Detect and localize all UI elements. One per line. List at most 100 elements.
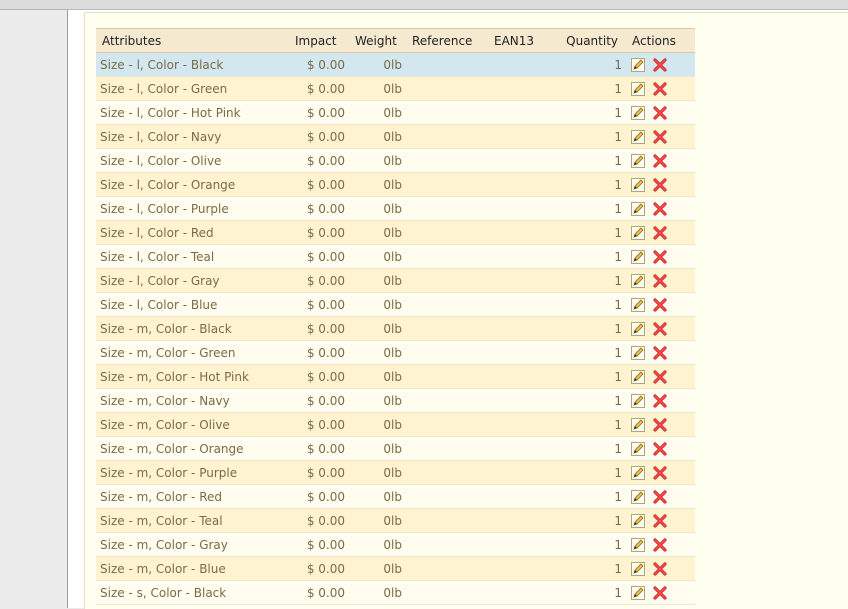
table-row[interactable]: Size - l, Color - Red $ 0.00 0lb 1 bbox=[96, 220, 695, 245]
pencil-icon[interactable] bbox=[630, 225, 646, 241]
table-row[interactable]: Size - m, Color - Green $ 0.00 0lb 1 bbox=[96, 340, 695, 365]
pencil-icon[interactable] bbox=[630, 441, 646, 457]
table-row[interactable]: Size - s, Color - Black $ 0.00 0lb 1 bbox=[96, 580, 695, 605]
cell-impact: $ 0.00 bbox=[289, 388, 349, 413]
cell-ean13 bbox=[488, 436, 557, 461]
pencil-icon[interactable] bbox=[630, 177, 646, 193]
cell-ean13 bbox=[488, 388, 557, 413]
cell-reference bbox=[406, 52, 488, 77]
table-row[interactable]: Size - m, Color - Navy $ 0.00 0lb 1 bbox=[96, 388, 695, 413]
pencil-icon[interactable] bbox=[630, 561, 646, 577]
table-row[interactable]: Size - m, Color - Orange $ 0.00 0lb 1 bbox=[96, 436, 695, 461]
delete-x-icon[interactable] bbox=[652, 537, 668, 553]
table-row[interactable]: Size - l, Color - Olive $ 0.00 0lb 1 bbox=[96, 148, 695, 173]
pencil-icon[interactable] bbox=[630, 297, 646, 313]
cell-quantity: 1 bbox=[557, 316, 626, 341]
cell-impact: $ 0.00 bbox=[289, 556, 349, 581]
cell-actions bbox=[626, 316, 695, 341]
delete-x-icon[interactable] bbox=[652, 561, 668, 577]
cell-reference bbox=[406, 388, 488, 413]
table-row[interactable]: Size - m, Color - Black $ 0.00 0lb 1 bbox=[96, 316, 695, 341]
table-row[interactable]: Size - l, Color - Hot Pink $ 0.00 0lb 1 bbox=[96, 100, 695, 125]
cell-actions bbox=[626, 364, 695, 389]
cell-actions bbox=[626, 220, 695, 245]
delete-x-icon[interactable] bbox=[652, 225, 668, 241]
cell-quantity: 1 bbox=[557, 388, 626, 413]
pencil-icon[interactable] bbox=[630, 105, 646, 121]
cell-attributes: Size - m, Color - Navy bbox=[96, 388, 289, 413]
pencil-icon[interactable] bbox=[630, 537, 646, 553]
cell-impact: $ 0.00 bbox=[289, 460, 349, 485]
pencil-icon[interactable] bbox=[630, 465, 646, 481]
delete-x-icon[interactable] bbox=[652, 321, 668, 337]
column-header-actions: Actions bbox=[626, 28, 695, 53]
delete-x-icon[interactable] bbox=[652, 345, 668, 361]
delete-x-icon[interactable] bbox=[652, 129, 668, 145]
pencil-icon[interactable] bbox=[630, 513, 646, 529]
cell-actions bbox=[626, 532, 695, 557]
cell-actions bbox=[626, 76, 695, 101]
delete-x-icon[interactable] bbox=[652, 273, 668, 289]
delete-x-icon[interactable] bbox=[652, 153, 668, 169]
table-row[interactable]: Size - m, Color - Purple $ 0.00 0lb 1 bbox=[96, 460, 695, 485]
pencil-icon[interactable] bbox=[630, 489, 646, 505]
delete-x-icon[interactable] bbox=[652, 249, 668, 265]
table-row[interactable]: Size - l, Color - Blue $ 0.00 0lb 1 bbox=[96, 292, 695, 317]
table-row[interactable]: Size - m, Color - Red $ 0.00 0lb 1 bbox=[96, 484, 695, 509]
pencil-icon[interactable] bbox=[630, 273, 646, 289]
delete-x-icon[interactable] bbox=[652, 585, 668, 601]
delete-x-icon[interactable] bbox=[652, 105, 668, 121]
cell-weight: 0lb bbox=[349, 76, 406, 101]
cell-quantity: 1 bbox=[557, 172, 626, 197]
cell-reference bbox=[406, 76, 488, 101]
cell-reference bbox=[406, 244, 488, 269]
table-row[interactable]: Size - l, Color - Black $ 0.00 0lb 1 bbox=[96, 52, 695, 77]
table-row[interactable]: Size - l, Color - Green $ 0.00 0lb 1 bbox=[96, 76, 695, 101]
table-row[interactable]: Size - m, Color - Hot Pink $ 0.00 0lb 1 bbox=[96, 364, 695, 389]
pencil-icon[interactable] bbox=[630, 57, 646, 73]
pencil-icon[interactable] bbox=[630, 249, 646, 265]
cell-actions bbox=[626, 388, 695, 413]
cell-quantity: 1 bbox=[557, 220, 626, 245]
delete-x-icon[interactable] bbox=[652, 369, 668, 385]
table-row[interactable]: Size - m, Color - Blue $ 0.00 0lb 1 bbox=[96, 556, 695, 581]
pencil-icon[interactable] bbox=[630, 153, 646, 169]
table-row[interactable]: Size - l, Color - Gray $ 0.00 0lb 1 bbox=[96, 268, 695, 293]
delete-x-icon[interactable] bbox=[652, 465, 668, 481]
table-row[interactable]: Size - l, Color - Navy $ 0.00 0lb 1 bbox=[96, 124, 695, 149]
delete-x-icon[interactable] bbox=[652, 417, 668, 433]
table-row[interactable]: Size - m, Color - Olive $ 0.00 0lb 1 bbox=[96, 412, 695, 437]
delete-x-icon[interactable] bbox=[652, 201, 668, 217]
delete-x-icon[interactable] bbox=[652, 177, 668, 193]
delete-x-icon[interactable] bbox=[652, 393, 668, 409]
cell-ean13 bbox=[488, 364, 557, 389]
table-row[interactable]: Size - l, Color - Teal $ 0.00 0lb 1 bbox=[96, 244, 695, 269]
pencil-icon[interactable] bbox=[630, 393, 646, 409]
delete-x-icon[interactable] bbox=[652, 513, 668, 529]
pencil-icon[interactable] bbox=[630, 201, 646, 217]
pencil-icon[interactable] bbox=[630, 369, 646, 385]
delete-x-icon[interactable] bbox=[652, 297, 668, 313]
pencil-icon[interactable] bbox=[630, 321, 646, 337]
delete-x-icon[interactable] bbox=[652, 81, 668, 97]
delete-x-icon[interactable] bbox=[652, 441, 668, 457]
cell-actions bbox=[626, 460, 695, 485]
table-row[interactable]: Size - l, Color - Purple $ 0.00 0lb 1 bbox=[96, 196, 695, 221]
column-header-impact: Impact bbox=[289, 28, 349, 53]
cell-impact: $ 0.00 bbox=[289, 484, 349, 509]
delete-x-icon[interactable] bbox=[652, 57, 668, 73]
cell-ean13 bbox=[488, 268, 557, 293]
delete-x-icon[interactable] bbox=[652, 489, 668, 505]
pencil-icon[interactable] bbox=[630, 81, 646, 97]
pencil-icon[interactable] bbox=[630, 345, 646, 361]
cell-quantity: 1 bbox=[557, 364, 626, 389]
pencil-icon[interactable] bbox=[630, 585, 646, 601]
table-row[interactable]: Size - m, Color - Gray $ 0.00 0lb 1 bbox=[96, 532, 695, 557]
cell-quantity: 1 bbox=[557, 148, 626, 173]
table-row[interactable]: Size - l, Color - Orange $ 0.00 0lb 1 bbox=[96, 172, 695, 197]
cell-weight: 0lb bbox=[349, 388, 406, 413]
table-row[interactable]: Size - m, Color - Teal $ 0.00 0lb 1 bbox=[96, 508, 695, 533]
pencil-icon[interactable] bbox=[630, 417, 646, 433]
cell-quantity: 1 bbox=[557, 340, 626, 365]
pencil-icon[interactable] bbox=[630, 129, 646, 145]
